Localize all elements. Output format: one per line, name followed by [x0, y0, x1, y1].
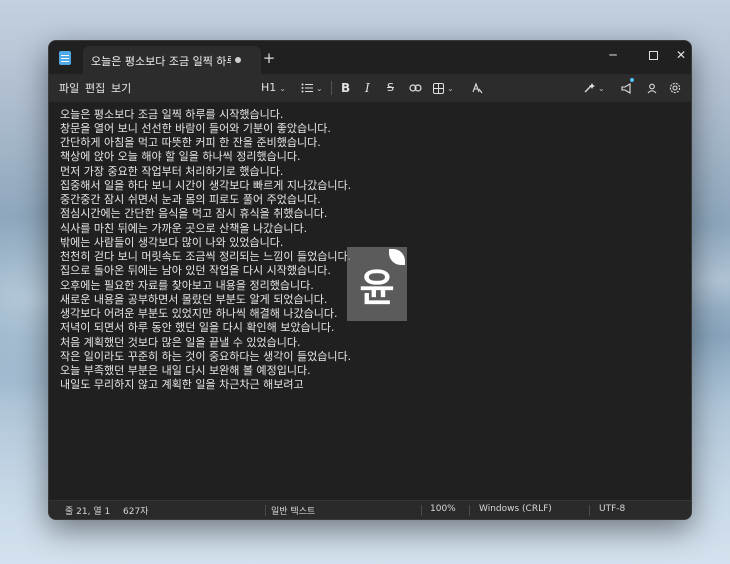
watermark-logo: 윤 — [347, 247, 407, 321]
text-line: 책상에 앉아 오늘 해야 할 일을 하나씩 정리했습니다. — [60, 150, 301, 163]
settings-button[interactable] — [669, 78, 681, 98]
minimize-button[interactable]: ─ — [593, 43, 633, 67]
character-count: 627자 — [123, 507, 149, 517]
menu-bar: 파일 편집 보기 H1 ⌄ ⌄ B I S ⌄ ⌄ — [49, 74, 691, 102]
notification-icon — [621, 82, 631, 94]
list-dropdown[interactable]: ⌄ — [301, 78, 323, 98]
list-icon — [301, 83, 313, 93]
close-button[interactable]: ✕ — [661, 43, 691, 67]
strikethrough-button[interactable]: S — [387, 78, 394, 98]
settings-icon — [669, 82, 681, 94]
cursor-position[interactable]: 줄 21, 열 1 — [65, 504, 110, 517]
text-line: 집으로 돌아온 뒤에는 남아 있던 작업을 다시 시작했습니다. — [60, 264, 331, 277]
text-line: 저녁이 되면서 하루 동안 했던 일을 다시 확인해 보았습니다. — [60, 321, 335, 334]
heading-dropdown[interactable]: H1 ⌄ — [261, 78, 286, 98]
line-ending[interactable]: Windows (CRLF) — [479, 504, 552, 514]
chevron-down-icon: ⌄ — [598, 84, 605, 93]
heading-label: H1 — [261, 81, 277, 94]
chevron-down-icon: ⌄ — [447, 84, 454, 93]
text-line: 점심시간에는 간단한 음식을 먹고 잠시 휴식을 취했습니다. — [60, 207, 328, 220]
title-bar: 오늘은 평소보다 조금 일찍 하루를 시 + ─ ✕ — [49, 41, 691, 74]
encoding[interactable]: UTF-8 — [599, 504, 625, 514]
notepad-window: 오늘은 평소보다 조금 일찍 하루를 시 + ─ ✕ 파일 편집 보기 H1⌄ … — [48, 40, 692, 520]
chevron-down-icon: ⌄ — [279, 84, 286, 93]
new-tab-button[interactable]: + — [261, 50, 277, 66]
chevron-down-icon: ⌄ — [316, 84, 323, 93]
status-divider — [265, 505, 266, 516]
text-type[interactable]: 일반 텍스트 — [271, 504, 315, 517]
unsaved-dot-icon[interactable] — [235, 57, 241, 63]
clear-format-icon — [472, 82, 483, 94]
menu-file[interactable]: 파일 — [59, 80, 79, 96]
tab-title: 오늘은 평소보다 조금 일찍 하루를 시 — [91, 55, 231, 68]
text-editor[interactable]: 오늘은 평소보다 조금 일찍 하루를 시작했습니다. 창문을 열어 보니 선선한… — [49, 102, 691, 500]
watermark-char: 윤 — [359, 266, 395, 310]
status-divider — [421, 505, 422, 516]
notification-badge — [630, 78, 634, 82]
table-dropdown[interactable]: ⌄ — [433, 78, 454, 98]
account-icon — [647, 83, 657, 93]
account-button[interactable] — [647, 78, 657, 98]
link-icon — [409, 84, 422, 92]
clear-format-button[interactable] — [471, 78, 483, 98]
menu-view[interactable]: 보기 — [111, 80, 131, 96]
copilot-icon — [584, 83, 595, 93]
status-bar: 줄 21, 열 1 627자 일반 텍스트 100% Windows (CRLF… — [49, 500, 691, 519]
bold-button[interactable]: B — [341, 78, 350, 98]
status-divider — [469, 505, 470, 516]
link-button[interactable] — [409, 78, 422, 98]
status-divider — [589, 505, 590, 516]
text-line: 내일도 무리하지 않고 계획한 일을 차근차근 해보려고 — [60, 378, 304, 391]
zoom-level[interactable]: 100% — [430, 504, 456, 514]
table-icon — [433, 82, 444, 94]
document-tab[interactable]: 오늘은 평소보다 조금 일찍 하루를 시 — [83, 46, 261, 74]
toolbar-divider — [331, 81, 332, 95]
notepad-app-icon — [59, 51, 71, 65]
menu-edit[interactable]: 편집 — [85, 80, 105, 96]
copilot-dropdown[interactable]: ⌄ — [583, 78, 605, 98]
maximize-icon — [648, 51, 658, 60]
italic-button[interactable]: I — [365, 78, 370, 98]
